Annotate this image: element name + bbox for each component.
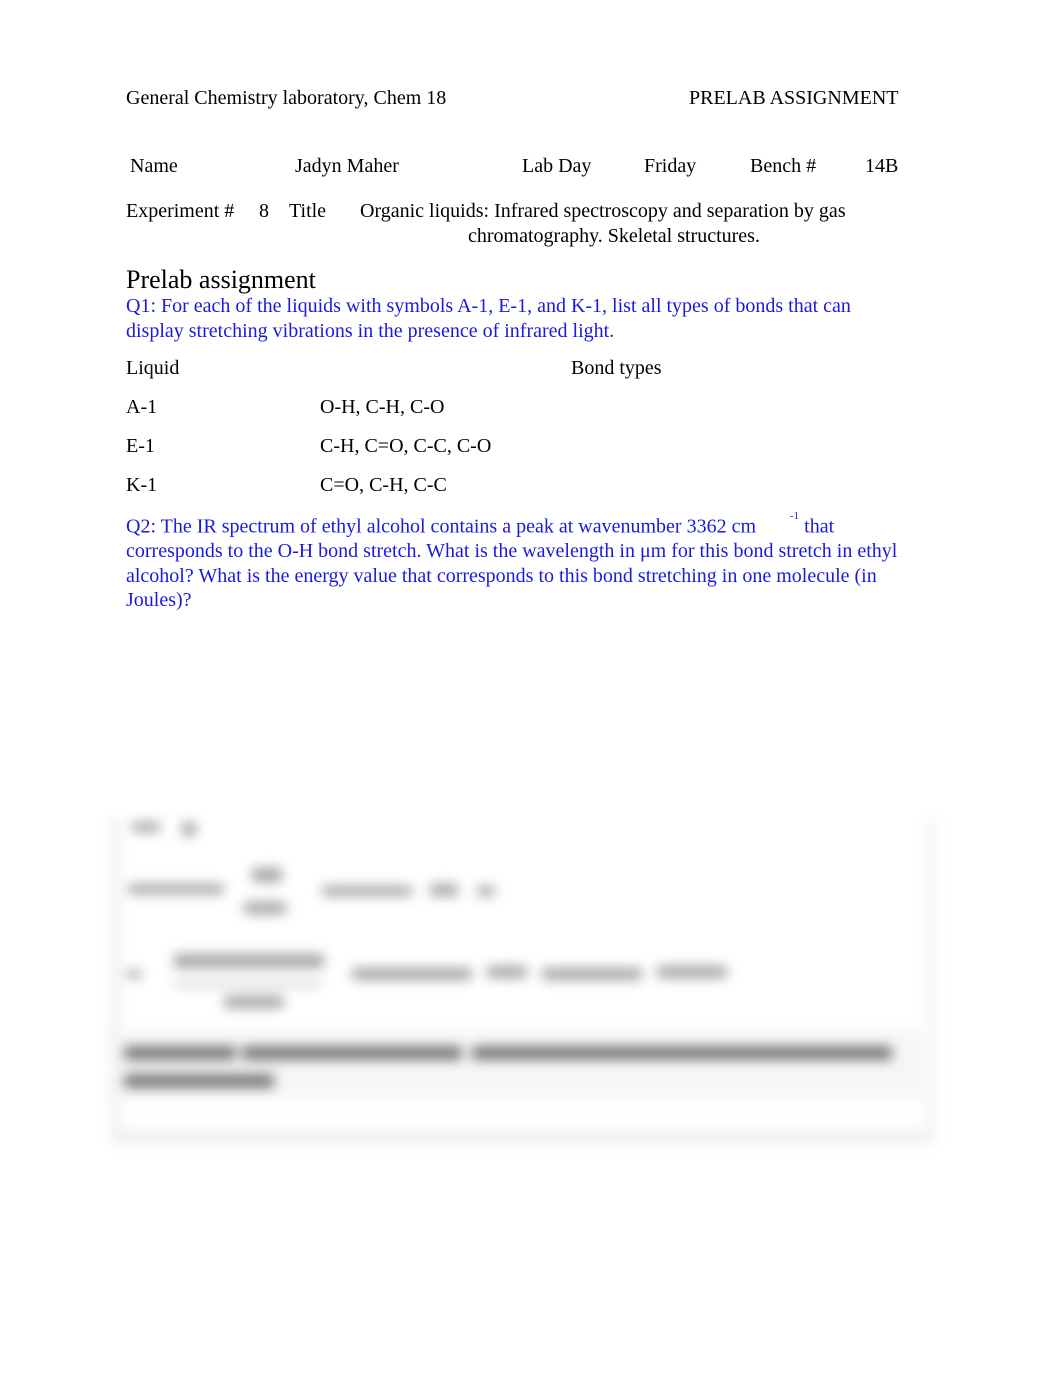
name-value: Jadyn Maher [295,155,399,177]
title-label: Title [289,200,327,222]
question-2-superscript: -1 [790,510,800,522]
question-1: Q1: For each of the liquids with symbols… [126,295,851,342]
title-line-2: chromatography. Skeletal structures. [468,225,760,247]
question-2: Q2: The IR spectrum of ethyl alcohol con… [126,510,906,613]
col-header-liquid: Liquid [126,357,180,379]
row-bonds: O-H, C-H, C-O [320,396,445,418]
question-2-text: Q2: The IR spectrum of ethyl alcohol con… [126,515,756,538]
bench-label: Bench # [750,155,817,177]
row-liquid: A-1 [126,396,158,418]
doc-type-header: PRELAB ASSIGNMENT [689,87,899,109]
section-title: Prelab assignment [126,265,316,294]
experiment-value: 8 [259,200,269,222]
row-bonds: C=O, C-H, C-C [320,474,447,496]
course-header: General Chemistry laboratory, Chem 18 [126,87,447,109]
row-liquid: E-1 [126,435,155,457]
row-bonds: C-H, C=O, C-C, C-O [320,435,492,457]
name-label: Name [130,155,178,177]
title-line-1: Organic liquids: Infrared spectroscopy a… [360,200,846,222]
blurred-answer-region [112,818,934,1144]
experiment-label: Experiment # [126,200,235,222]
col-header-bond-types: Bond types [571,357,662,379]
lab-day-label: Lab Day [522,155,592,177]
row-liquid: K-1 [126,474,158,496]
bench-value: 14B [865,155,899,177]
lab-day-value: Friday [644,155,697,177]
